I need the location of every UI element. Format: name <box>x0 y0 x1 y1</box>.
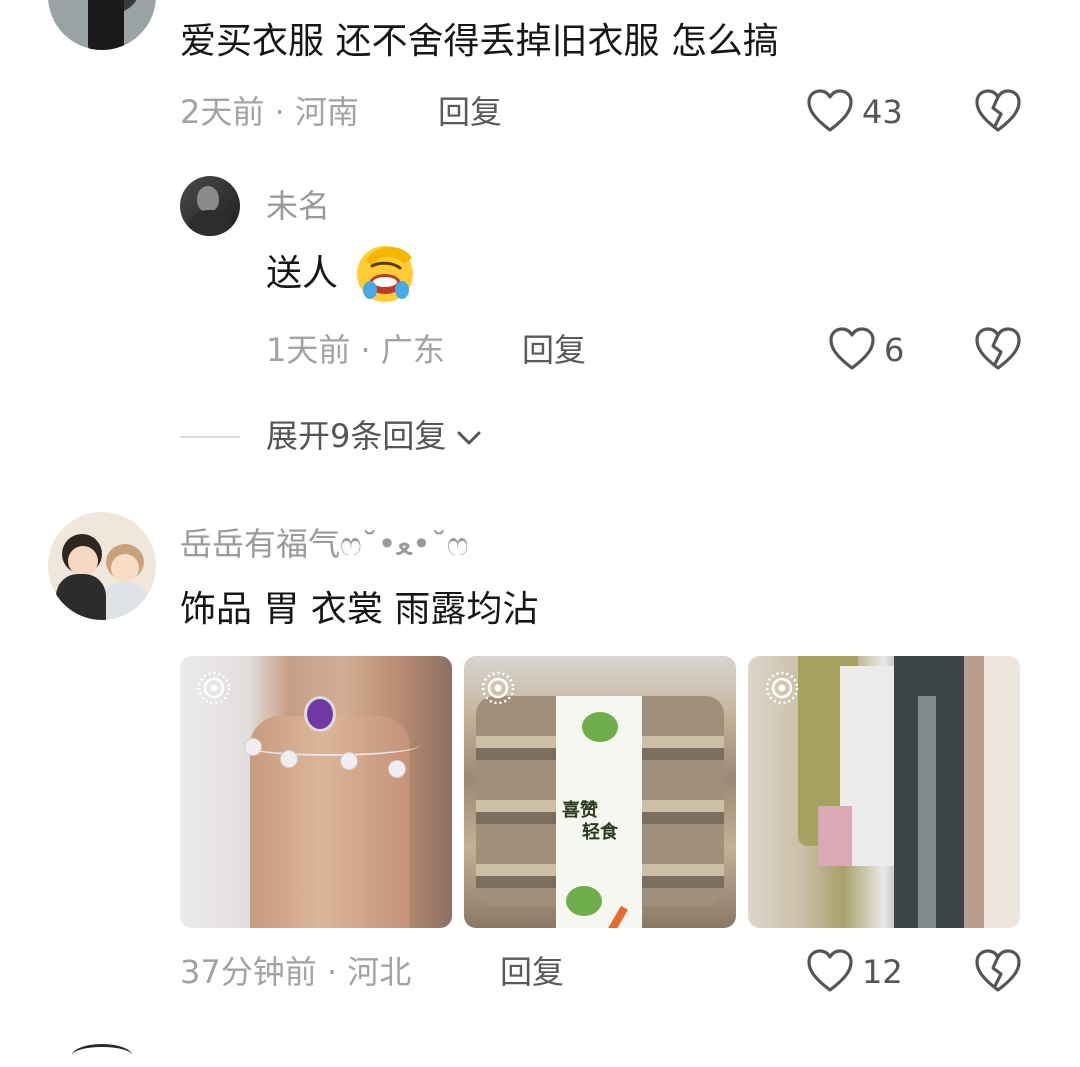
dislike-icon[interactable] <box>974 326 1022 372</box>
sandwich-box-photo[interactable]: 喜赞 轻食 <box>464 656 736 928</box>
photo-label-text: 轻食 <box>582 822 618 843</box>
comment-text: 爱买衣服 还不舍得丢掉旧衣服 怎么搞 <box>180 21 779 62</box>
reply-button[interactable]: 回复 <box>500 956 564 988</box>
live-photo-icon <box>480 670 516 710</box>
comment-username[interactable]: 岳岳有福气ෆ˘•ﻌ•˘ෆ <box>180 528 469 560</box>
expand-replies-label: 展开9条回复 <box>266 417 447 455</box>
dislike-icon[interactable] <box>974 88 1022 134</box>
reply-username[interactable]: 未名 <box>266 190 330 222</box>
comment-meta: 37分钟前 · 河北 <box>180 953 412 991</box>
expand-replies-button[interactable]: 展开9条回复 <box>266 420 482 452</box>
live-photo-icon <box>764 670 800 710</box>
avatar[interactable] <box>48 512 156 620</box>
expand-divider <box>180 436 240 438</box>
like-icon[interactable] <box>806 88 854 134</box>
like-icon[interactable] <box>806 948 854 994</box>
avatar[interactable] <box>48 0 156 50</box>
jewelry-anklet-photo[interactable] <box>180 656 452 928</box>
reply-button[interactable]: 回复 <box>438 96 502 128</box>
reply-avatar[interactable] <box>180 176 240 236</box>
clothes-rack-photo[interactable] <box>748 656 1020 928</box>
comment-meta: 2天前 · 河南 <box>180 93 359 131</box>
chevron-down-icon <box>456 420 482 452</box>
comment-text: 饰品 胃 衣裳 雨露均沾 <box>180 589 539 630</box>
reply-meta: 1天前 · 广东 <box>266 331 445 369</box>
reply-text: 送人 <box>266 253 339 294</box>
like-count: 43 <box>862 93 903 131</box>
dislike-icon[interactable] <box>974 948 1022 994</box>
reply-button[interactable]: 回复 <box>522 334 586 366</box>
like-count: 12 <box>862 953 903 991</box>
like-icon[interactable] <box>828 326 876 372</box>
live-photo-icon <box>196 670 232 710</box>
like-count: 6 <box>884 331 905 369</box>
avatar[interactable] <box>72 1044 132 1067</box>
facepalm-laughing-emoji-icon <box>352 240 418 304</box>
